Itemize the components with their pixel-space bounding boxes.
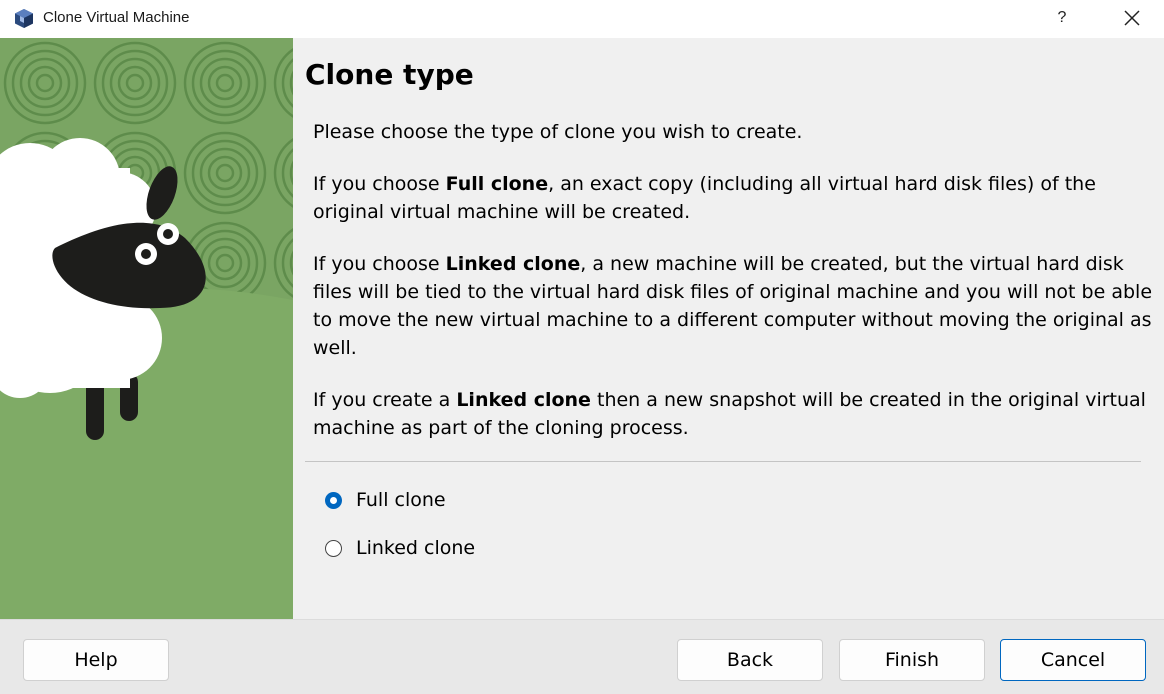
- cancel-button[interactable]: Cancel: [1000, 639, 1146, 681]
- help-question-button[interactable]: ?: [1050, 6, 1074, 30]
- title-bar: Clone Virtual Machine ?: [0, 0, 1164, 38]
- linked-clone-description: If you choose Linked clone, a new machin…: [313, 253, 1153, 359]
- full-clone-description: If you choose Full clone, an exact copy …: [313, 173, 1096, 223]
- linked-clone-radio[interactable]: [325, 539, 342, 557]
- snapshot-note: If you create a Linked clone then a new …: [313, 389, 1146, 439]
- close-icon[interactable]: [1120, 6, 1144, 30]
- linked-clone-option[interactable]: Linked clone: [325, 534, 475, 562]
- wizard-page-content: Clone type Please choose the type of clo…: [293, 38, 1164, 619]
- full-clone-radio[interactable]: [325, 491, 342, 509]
- finish-button[interactable]: Finish: [839, 639, 985, 681]
- window-title: Clone Virtual Machine: [43, 9, 190, 26]
- intro-text: Please choose the type of clone you wish…: [313, 121, 803, 143]
- virtualbox-icon: [15, 9, 33, 28]
- linked-clone-label: Linked clone: [356, 537, 476, 559]
- page-title: Clone type: [305, 58, 474, 91]
- button-bar: Help Back Finish Cancel: [0, 619, 1164, 694]
- wizard-banner-image: [0, 38, 293, 619]
- back-button[interactable]: Back: [677, 639, 823, 681]
- full-clone-option[interactable]: Full clone: [325, 486, 446, 514]
- separator: [305, 461, 1141, 462]
- help-button[interactable]: Help: [23, 639, 169, 681]
- full-clone-label: Full clone: [356, 489, 446, 511]
